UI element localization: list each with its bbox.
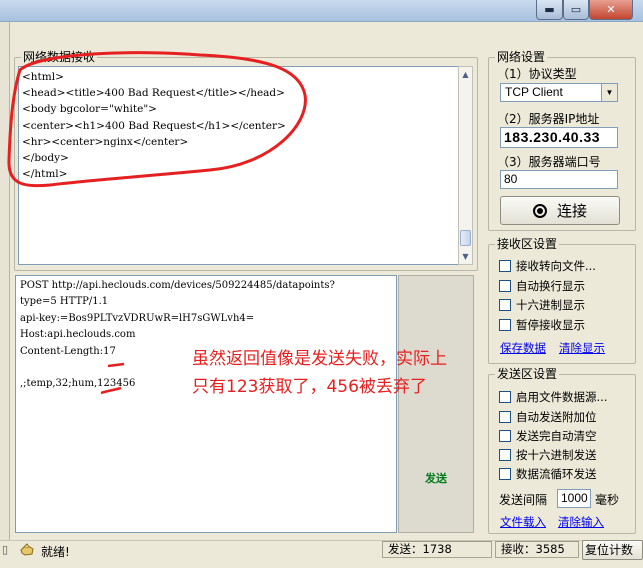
scroll-thumb[interactable] <box>460 230 471 246</box>
send-button[interactable]: 发送 <box>398 275 474 533</box>
checkbox-label: 发送完自动清空 <box>516 429 597 443</box>
maximize-icon: ▭ <box>570 3 582 16</box>
minimize-button[interactable]: ▬ <box>536 0 563 20</box>
send-line: api-key:=Bos9PLTvzVDRUwR=lH7sGWLvh4= <box>20 312 255 324</box>
hex-display-checkbox[interactable]: 十六进制显示 <box>499 297 585 313</box>
scroll-up-icon[interactable]: ▲ <box>459 67 472 82</box>
status-ready-text: 就绪! <box>41 545 70 559</box>
checkbox-icon[interactable] <box>499 280 511 292</box>
pause-receive-checkbox[interactable]: 暂停接收显示 <box>499 317 585 333</box>
receive-to-file-checkbox[interactable]: 接收转向文件... <box>499 258 596 274</box>
receive-group-legend: 网络数据接收 <box>21 50 98 64</box>
loop-send-checkbox[interactable]: 数据流循环发送 <box>499 466 597 482</box>
send-interval-unit: 毫秒 <box>595 493 620 507</box>
checkbox-icon[interactable] <box>499 260 511 272</box>
receive-line: <head><title>400 Bad Request</title></he… <box>22 87 285 100</box>
checkbox-icon[interactable] <box>499 449 511 461</box>
send-button-label: 发送 <box>425 472 447 485</box>
annotation-line: 虽然返回值像是发送失败，实际上 <box>192 349 447 369</box>
reset-count-button[interactable]: 复位计数 <box>582 540 643 560</box>
protocol-value: TCP Client <box>505 85 563 99</box>
server-ip-label: （2）服务器IP地址 <box>497 112 600 126</box>
send-interval-input[interactable]: 1000 <box>557 489 591 508</box>
minimize-icon: ▬ <box>544 3 555 16</box>
close-icon: ✕ <box>606 3 616 16</box>
send-line: type=5 HTTP/1.1 <box>20 296 109 308</box>
connect-status-icon <box>532 203 547 218</box>
checkbox-icon[interactable] <box>499 299 511 311</box>
chevron-down-icon[interactable]: ▼ <box>601 84 617 101</box>
maximize-button[interactable]: ▭ <box>563 0 589 20</box>
checkbox-icon[interactable] <box>499 391 511 403</box>
receive-line: <center><h1>400 Bad Request</h1></center… <box>22 119 286 132</box>
status-edge-glyph: ▯ <box>2 543 9 556</box>
network-settings-legend: 网络设置 <box>495 50 548 64</box>
file-load-link[interactable]: 文件载入 <box>500 514 546 530</box>
server-port-input[interactable]: 80 <box>500 170 618 189</box>
receive-line: </body> <box>22 152 69 165</box>
receive-scrollbar[interactable]: ▲ ▼ <box>458 66 473 265</box>
checkbox-label: 数据流循环发送 <box>516 467 597 481</box>
checkbox-label: 十六进制显示 <box>516 298 585 312</box>
server-port-label: （3）服务器端口号 <box>497 155 601 169</box>
connect-button[interactable]: 连接 <box>500 196 620 225</box>
connect-button-label: 连接 <box>556 202 587 220</box>
status-sent-count: 发送：1738 <box>382 541 492 558</box>
send-interval-label: 发送间隔 <box>499 493 548 507</box>
red-annotation: 虽然返回值像是发送失败，实际上 只有123获取了，456被丢弃了 <box>192 345 492 401</box>
checkbox-label: 接收转向文件... <box>516 259 596 273</box>
checkbox-label: 暂停接收显示 <box>516 318 585 332</box>
clear-display-link[interactable]: 清除显示 <box>559 340 605 356</box>
send-textarea[interactable]: POST http://api.heclouds.com/devices/509… <box>15 275 397 533</box>
title-bar: ▬ ▭ ✕ <box>0 0 643 22</box>
receive-line: </html> <box>22 168 68 181</box>
save-data-link[interactable]: 保存数据 <box>500 340 546 356</box>
receive-line: <html> <box>22 71 64 83</box>
checkbox-label: 自动发送附加位 <box>516 410 597 424</box>
hand-icon <box>20 543 34 556</box>
checkbox-icon[interactable] <box>499 411 511 423</box>
hex-send-checkbox[interactable]: 按十六进制发送 <box>499 447 597 463</box>
checkbox-label: 按十六进制发送 <box>516 448 597 462</box>
auto-append-checkbox[interactable]: 自动发送附加位 <box>499 409 597 425</box>
receive-textarea[interactable]: <html> <head><title>400 Bad Request</titl… <box>18 66 460 265</box>
protocol-label: （1）协议类型 <box>497 67 577 81</box>
checkbox-icon[interactable] <box>499 430 511 442</box>
close-button[interactable]: ✕ <box>589 0 633 20</box>
auto-wrap-checkbox[interactable]: 自动换行显示 <box>499 278 585 294</box>
annotation-line: 只有123获取了，456被丢弃了 <box>192 377 427 397</box>
receive-line: <hr><center>nginx</center> <box>22 135 189 148</box>
send-settings-legend: 发送区设置 <box>495 367 560 381</box>
left-panel-edge <box>0 22 10 540</box>
checkbox-icon[interactable] <box>499 319 511 331</box>
receive-settings-legend: 接收区设置 <box>495 237 560 251</box>
send-line: POST http://api.heclouds.com/devices/509… <box>20 280 335 291</box>
checkbox-icon[interactable] <box>499 468 511 480</box>
server-ip-input[interactable]: 183.230.40.33 <box>500 127 618 148</box>
protocol-select[interactable]: TCP Client ▼ <box>500 83 618 102</box>
auto-clear-checkbox[interactable]: 发送完自动清空 <box>499 428 597 444</box>
checkbox-label: 启用文件数据源... <box>516 390 608 404</box>
checkbox-label: 自动换行显示 <box>516 279 585 293</box>
send-line: Host:api.heclouds.com <box>20 329 136 341</box>
clear-input-link[interactable]: 清除输入 <box>558 514 604 530</box>
receive-line: <body bgcolor="white"> <box>22 103 157 116</box>
status-received-count: 接收：3585 <box>495 541 579 558</box>
scroll-down-icon[interactable]: ▼ <box>459 249 472 264</box>
file-source-checkbox[interactable]: 启用文件数据源... <box>499 389 607 405</box>
